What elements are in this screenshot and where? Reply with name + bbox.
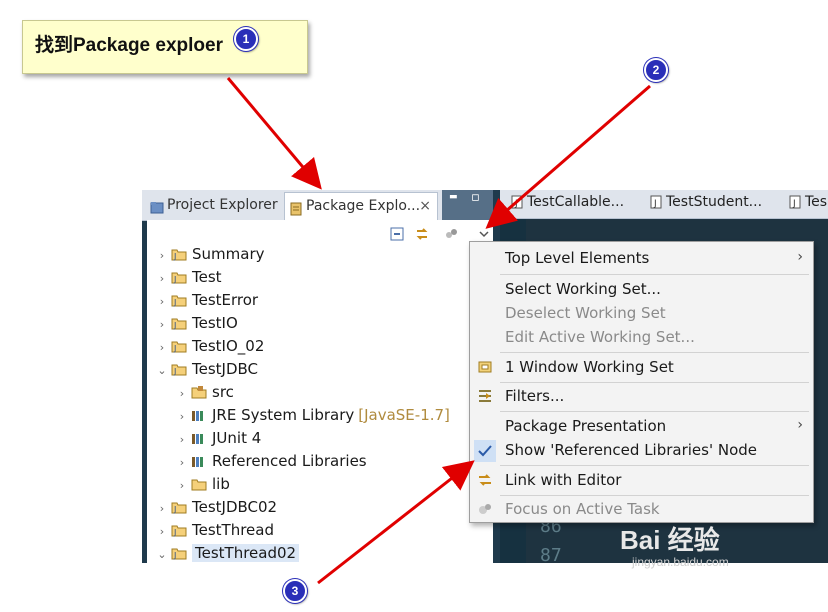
arrow-to-checkmark [317,460,475,585]
annotation-arrows [226,77,651,585]
arrow-to-view-menu [485,84,651,229]
arrow-to-package-explorer [226,77,322,190]
